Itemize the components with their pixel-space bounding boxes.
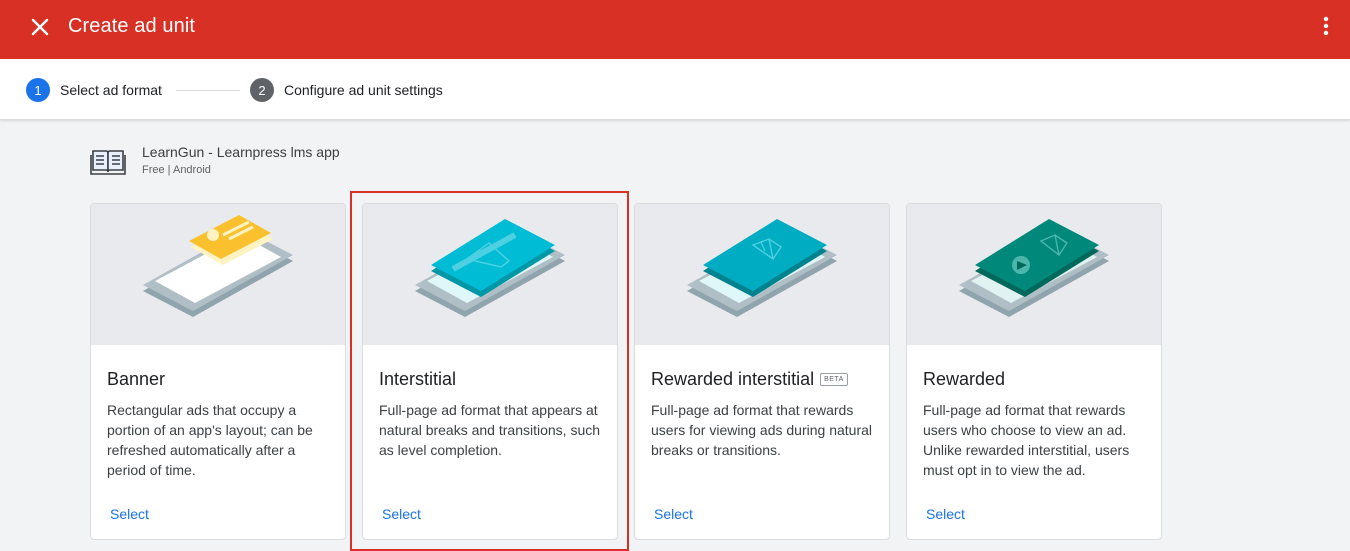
app-meta: Free | Android bbox=[142, 164, 211, 176]
format-card-rewarded[interactable]: Rewarded Full-page ad format that reward… bbox=[906, 203, 1162, 540]
step-connector bbox=[176, 90, 240, 91]
select-rewarded-button[interactable]: Select bbox=[926, 506, 965, 522]
rewarded-illustration bbox=[907, 204, 1161, 345]
step-number-2: 2 bbox=[250, 78, 274, 102]
step-configure-settings[interactable]: 2 Configure ad unit settings bbox=[250, 78, 443, 102]
format-name: Interstitial bbox=[379, 369, 457, 389]
rewarded-interstitial-illustration bbox=[635, 204, 889, 345]
page-title: Create ad unit bbox=[68, 15, 196, 37]
select-interstitial-button[interactable]: Select bbox=[382, 506, 421, 522]
format-card-banner[interactable]: Banner Rectangular ads that occupy a por… bbox=[90, 203, 346, 540]
format-description: Rectangular ads that occupy a portion of… bbox=[107, 402, 313, 478]
format-name: Rewarded bbox=[923, 369, 1006, 389]
format-card-rewarded-interstitial[interactable]: Rewarded interstitial BETA Full-page ad f… bbox=[634, 203, 890, 540]
banner-illustration bbox=[91, 204, 345, 345]
format-description: Full-page ad format that rewards users f… bbox=[651, 402, 873, 458]
book-icon bbox=[90, 150, 126, 175]
format-card-interstitial[interactable]: Interstitial Full-page ad format that ap… bbox=[362, 203, 618, 540]
format-name: Banner bbox=[107, 369, 166, 389]
format-name: Rewarded interstitial BETA bbox=[651, 369, 873, 390]
interstitial-device-icon bbox=[415, 218, 565, 317]
more-vert-icon[interactable] bbox=[1314, 14, 1338, 40]
step-number-1: 1 bbox=[26, 78, 50, 102]
format-description: Full-page ad format that rewards users w… bbox=[923, 402, 1130, 478]
step-label: Select ad format bbox=[60, 82, 162, 98]
select-rewarded-interstitial-button[interactable]: Select bbox=[654, 506, 693, 522]
step-label: Configure ad unit settings bbox=[284, 82, 443, 98]
beta-badge: BETA bbox=[820, 373, 848, 386]
select-banner-button[interactable]: Select bbox=[110, 506, 149, 522]
app-info: LearnGun - Learnpress lms app Free | And… bbox=[90, 144, 340, 176]
app-name: LearnGun - Learnpress lms app bbox=[142, 144, 340, 160]
top-app-bar: Create ad unit bbox=[0, 0, 1350, 59]
interstitial-illustration bbox=[363, 204, 617, 345]
banner-device-icon bbox=[143, 214, 293, 317]
rewarded-device-icon bbox=[959, 218, 1109, 317]
close-icon[interactable] bbox=[28, 15, 52, 39]
rewarded-interstitial-device-icon bbox=[687, 218, 837, 317]
step-select-ad-format[interactable]: 1 Select ad format bbox=[26, 78, 162, 102]
format-description: Full-page ad format that appears at natu… bbox=[379, 402, 601, 458]
